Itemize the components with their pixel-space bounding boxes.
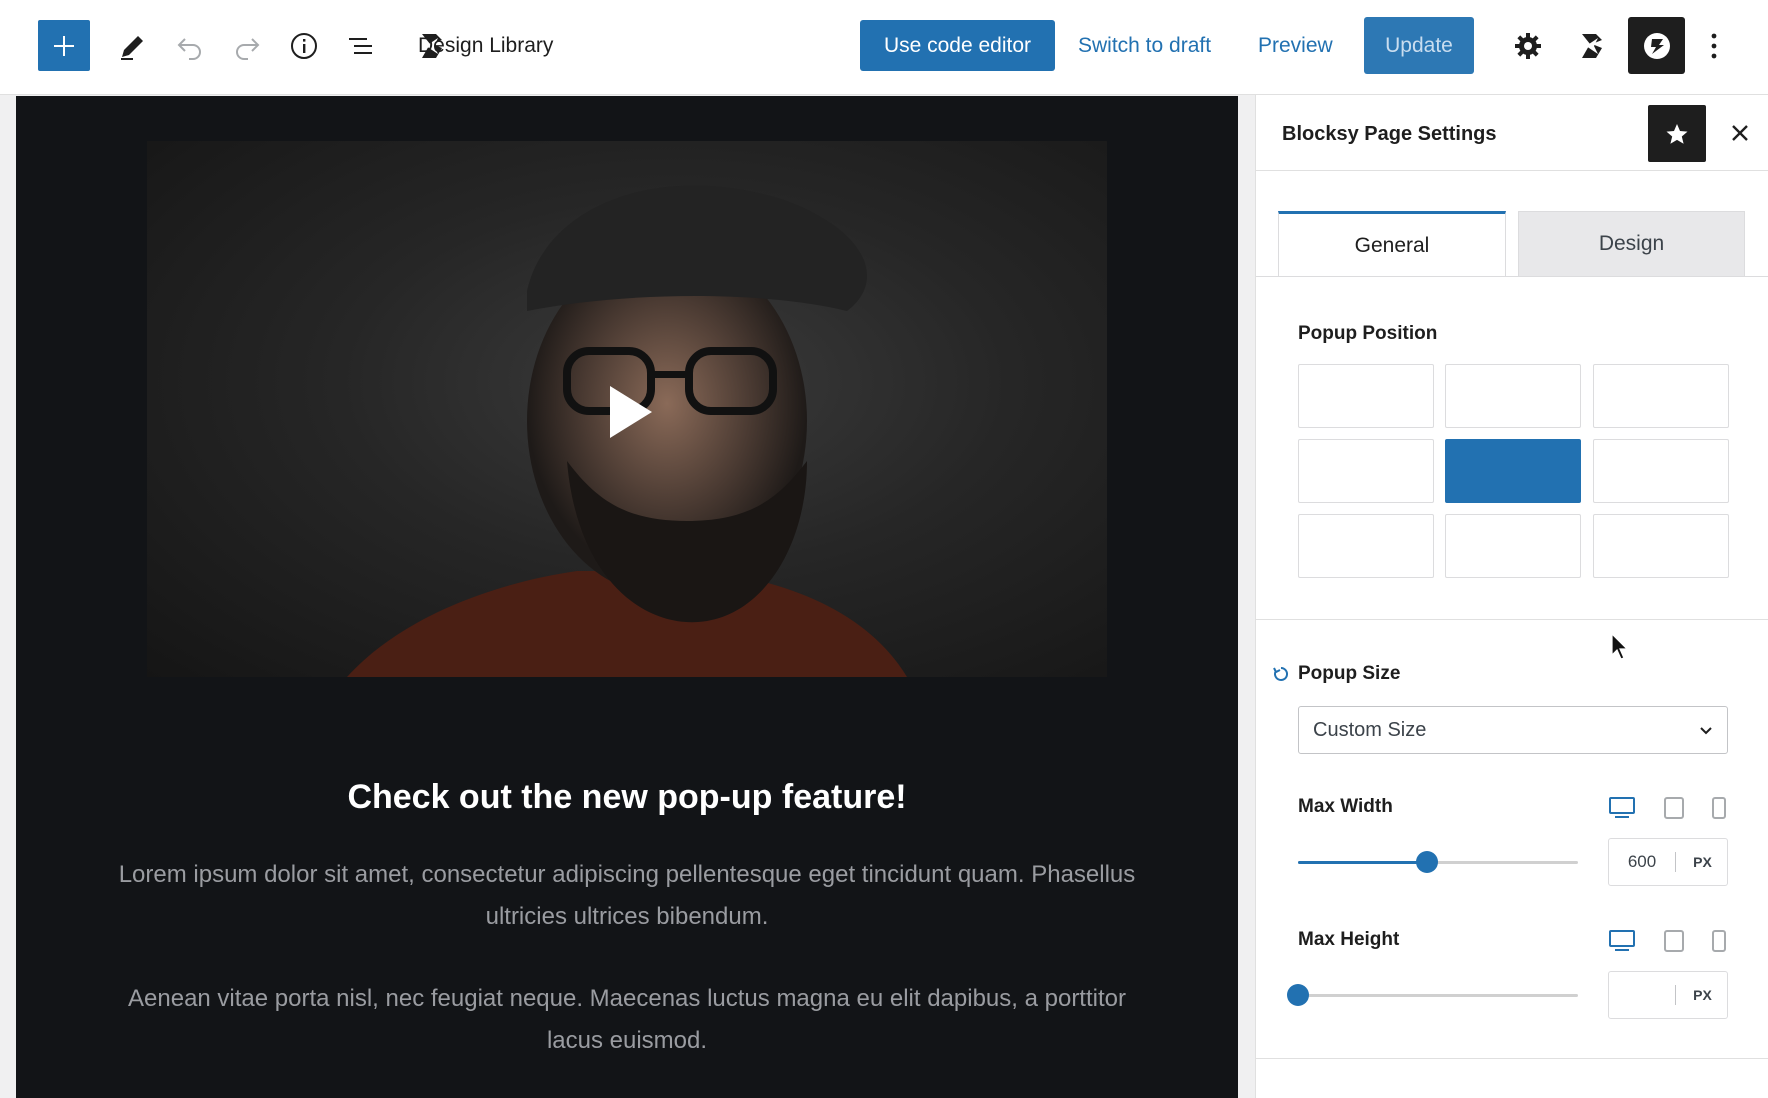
popup-preview (16, 96, 1238, 1098)
favorite-button[interactable] (1648, 105, 1706, 162)
redo-button[interactable] (228, 26, 266, 66)
desktop-icon[interactable] (1608, 796, 1636, 820)
undo-button[interactable] (171, 26, 209, 66)
sidebar-header: Blocksy Page Settings (1256, 95, 1768, 171)
position-top-left[interactable] (1298, 364, 1434, 428)
tab-design[interactable]: Design (1518, 211, 1745, 277)
position-bottom-right[interactable] (1593, 514, 1729, 578)
max-width-unit[interactable]: PX (1676, 839, 1729, 885)
add-block-button[interactable] (38, 20, 90, 71)
mobile-icon[interactable] (1711, 929, 1727, 953)
star-icon (1666, 123, 1688, 144)
desktop-icon[interactable] (1608, 929, 1636, 953)
sidebar-title: Blocksy Page Settings (1282, 123, 1497, 145)
tablet-icon[interactable] (1663, 929, 1685, 953)
blocksy-icon (1582, 34, 1602, 58)
close-icon (1732, 125, 1748, 141)
position-middle-right[interactable] (1593, 439, 1729, 503)
edit-tool-button[interactable] (114, 26, 152, 66)
position-top-center[interactable] (1445, 364, 1581, 428)
undo-icon (177, 38, 201, 60)
max-height-slider-thumb[interactable] (1287, 984, 1309, 1006)
max-width-value[interactable]: 600 (1609, 839, 1675, 885)
blocksy-settings-button[interactable] (1572, 26, 1612, 66)
editor-toolbar: Design Library Use code editor Switch to… (0, 0, 1768, 95)
close-sidebar-button[interactable] (1724, 117, 1756, 149)
position-middle-left[interactable] (1298, 439, 1434, 503)
chevron-down-icon (1700, 727, 1712, 735)
plugin-panel-button[interactable] (1628, 17, 1685, 74)
redo-icon (236, 38, 260, 60)
more-options-button[interactable] (1700, 26, 1728, 66)
popup-headline: Check out the new pop-up feature! (347, 778, 907, 816)
popup-size-select[interactable]: Custom Size (1298, 706, 1728, 754)
position-bottom-left[interactable] (1298, 514, 1434, 578)
pencil-icon (121, 36, 143, 60)
info-icon (291, 33, 317, 59)
tablet-icon[interactable] (1663, 796, 1685, 820)
site-title[interactable]: Design Library (418, 34, 553, 58)
use-code-editor-button[interactable]: Use code editor (860, 20, 1055, 71)
popup-size-value: Custom Size (1313, 718, 1427, 741)
tab-divider (1256, 276, 1768, 277)
max-height-slider-track[interactable] (1298, 994, 1578, 997)
mobile-icon[interactable] (1711, 796, 1727, 820)
vertical-ellipsis-icon (1711, 33, 1717, 59)
preview-button[interactable]: Preview (1258, 34, 1333, 58)
settings-sidebar: Blocksy Page Settings General Design Pop… (1255, 95, 1768, 1098)
list-view-button[interactable] (342, 26, 380, 66)
max-height-input[interactable]: PX (1608, 971, 1728, 1019)
max-height-value[interactable] (1609, 972, 1675, 1018)
position-top-right[interactable] (1593, 364, 1729, 428)
max-height-label: Max Height (1298, 929, 1400, 950)
stackable-icon (1643, 32, 1670, 59)
popup-paragraph-2: Aenean vitae porta nisl, nec feugiat neq… (128, 985, 1126, 1054)
max-width-slider-thumb[interactable] (1415, 851, 1438, 873)
reset-icon[interactable] (1272, 665, 1290, 683)
popup-position-label: Popup Position (1298, 323, 1438, 344)
max-width-slider-fill (1298, 861, 1427, 864)
position-middle-center[interactable] (1445, 439, 1581, 503)
position-bottom-center[interactable] (1445, 514, 1581, 578)
gear-icon (1515, 33, 1541, 59)
section-divider (1256, 619, 1768, 620)
max-height-unit[interactable]: PX (1676, 972, 1729, 1018)
list-view-icon (349, 38, 372, 54)
details-button[interactable] (285, 26, 323, 66)
switch-to-draft-button[interactable]: Switch to draft (1078, 34, 1211, 58)
tab-general[interactable]: General (1278, 211, 1506, 277)
section-divider (1256, 1058, 1768, 1059)
update-button[interactable]: Update (1364, 17, 1474, 74)
plus-icon (54, 35, 74, 56)
max-width-input[interactable]: 600 PX (1608, 838, 1728, 886)
mouse-cursor-icon (1611, 633, 1629, 660)
max-width-label: Max Width (1298, 796, 1393, 817)
play-icon[interactable] (606, 384, 654, 440)
popup-size-label: Popup Size (1298, 663, 1401, 684)
settings-button[interactable] (1508, 26, 1548, 66)
popup-paragraph-1: Lorem ipsum dolor sit amet, consectetur … (118, 861, 1136, 930)
